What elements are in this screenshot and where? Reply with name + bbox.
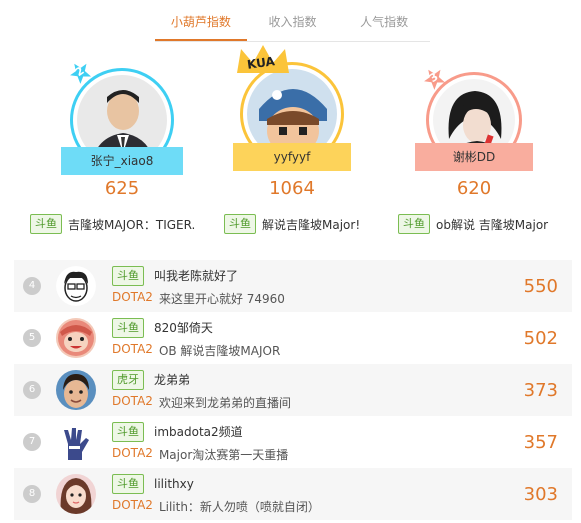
list-item[interactable]: 4 斗鱼 叫我老陈就好了 DOTA2 来这里开心就好 74960 550	[14, 260, 572, 312]
avatar[interactable]	[56, 318, 96, 358]
streamer-name[interactable]: yyfyyf	[274, 150, 311, 164]
list-item-info: 斗鱼 lilithxy DOTA2 Lilith：新人勿喷（喷就自闭）	[112, 473, 524, 515]
platform-badge: 斗鱼	[112, 265, 144, 286]
name-ribbon: yyfyyf	[233, 143, 351, 171]
streamer-name[interactable]: lilithxy	[154, 477, 194, 491]
list-item-info: 斗鱼 820邹倚天 DOTA2 OB 解说吉隆坡MAJOR	[112, 317, 524, 359]
ranking-tabs: 小葫芦指数 收入指数 人气指数	[155, 0, 430, 42]
score: 625	[104, 178, 140, 199]
tab-income-index[interactable]: 收入指数	[247, 0, 339, 41]
stream-title: 欢迎来到龙弟弟的直播间	[158, 395, 291, 410]
name-ribbon: 谢彬DD	[415, 143, 533, 171]
list-item[interactable]: 6 虎牙 龙弟弟 DOTA2 欢迎来到龙弟弟的直播间 373	[14, 364, 572, 416]
streamer-name[interactable]: 820邹倚天	[154, 319, 213, 336]
stream-title[interactable]: ob解说 吉隆坡Major	[436, 216, 548, 233]
streamer-name[interactable]: 龙弟弟	[154, 371, 190, 388]
platform-badge: 斗鱼	[30, 214, 62, 234]
top-three-podium: 2 张宁_xiao8 625 斗鱼 吉隆坡MAJOR：TIGER. KUA yy…	[0, 45, 581, 252]
stream-title: Major淘汰赛第一天重播	[158, 447, 289, 462]
stream-title: 来这里开心就好 74960	[158, 291, 285, 306]
rank-number: 8	[23, 485, 41, 503]
rank-badge-icon: 3	[419, 63, 450, 94]
name-ribbon: 张宁_xiao8	[61, 147, 183, 175]
score: 620	[456, 178, 492, 199]
game-category[interactable]: DOTA2	[112, 394, 153, 411]
podium-rank-1[interactable]: KUA yyfyyf 1064 斗鱼 解说吉隆坡Major!	[212, 45, 372, 234]
rank-number: 6	[23, 381, 41, 399]
tab-xiaohulu-index[interactable]: 小葫芦指数	[155, 0, 247, 41]
rank-badge-icon: 2	[65, 57, 96, 88]
score: 303	[523, 483, 558, 505]
avatar[interactable]: 2 张宁_xiao8	[61, 63, 183, 175]
avatar[interactable]	[56, 370, 96, 410]
stream-description: 斗鱼 解说吉隆坡Major!	[224, 214, 360, 234]
list-item-info: 斗鱼 imbadota2频道 DOTA2 Major淘汰赛第一天重播	[112, 421, 524, 463]
stream-title: Lilith：新人勿喷（喷就自闭）	[158, 499, 320, 514]
avatar[interactable]	[56, 266, 96, 306]
stream-description: 斗鱼 ob解说 吉隆坡Major	[398, 214, 548, 234]
platform-badge: 虎牙	[112, 369, 144, 390]
streamer-name[interactable]: 张宁_xiao8	[91, 154, 154, 168]
platform-badge: 斗鱼	[398, 214, 430, 234]
streamer-name[interactable]: imbadota2频道	[154, 423, 243, 440]
rank-number: 4	[23, 277, 41, 295]
ranking-list: 4 斗鱼 叫我老陈就好了 DOTA2 来这里开心就好 74960 550 5 斗…	[14, 260, 572, 520]
stream-title[interactable]: 吉隆坡MAJOR：TIGER.	[68, 216, 195, 233]
score: 1064	[269, 178, 315, 199]
rank-number: 7	[23, 433, 41, 451]
list-item[interactable]: 7 斗鱼 imbadota2频道 DOTA2 Major淘汰赛第一天重播 357	[14, 416, 572, 468]
game-category[interactable]: DOTA2	[112, 446, 153, 463]
podium-rank-3[interactable]: 3 谢彬DD 620 斗鱼 ob解说 吉隆坡Major	[394, 52, 554, 234]
avatar[interactable]	[56, 474, 96, 514]
score: 373	[523, 379, 558, 401]
score: 502	[523, 327, 558, 349]
game-category[interactable]: DOTA2	[112, 342, 153, 359]
platform-badge: 斗鱼	[224, 214, 256, 234]
list-item-info: 虎牙 龙弟弟 DOTA2 欢迎来到龙弟弟的直播间	[112, 369, 524, 411]
rank-number: 5	[23, 329, 41, 347]
score: 357	[523, 431, 558, 453]
streamer-name[interactable]: 叫我老陈就好了	[154, 267, 238, 284]
crown-icon: KUA	[233, 43, 293, 77]
list-item-info: 斗鱼 叫我老陈就好了 DOTA2 来这里开心就好 74960	[112, 265, 524, 307]
platform-badge: 斗鱼	[112, 421, 144, 442]
stream-description: 斗鱼 吉隆坡MAJOR：TIGER.	[30, 214, 195, 234]
stream-title[interactable]: 解说吉隆坡Major!	[262, 216, 360, 233]
platform-badge: 斗鱼	[112, 317, 144, 338]
stream-title: OB 解说吉隆坡MAJOR	[158, 343, 281, 358]
platform-badge: 斗鱼	[112, 473, 144, 494]
avatar[interactable]: KUA yyfyyf	[233, 45, 351, 171]
list-item[interactable]: 5 斗鱼 820邹倚天 DOTA2 OB 解说吉隆坡MAJOR 502	[14, 312, 572, 364]
game-category[interactable]: DOTA2	[112, 290, 153, 307]
score: 550	[523, 275, 558, 297]
streamer-name[interactable]: 谢彬DD	[453, 150, 495, 164]
podium-rank-2[interactable]: 2 张宁_xiao8 625 斗鱼 吉隆坡MAJOR：TIGER.	[30, 52, 202, 234]
tab-popularity-index[interactable]: 人气指数	[338, 0, 430, 41]
game-category[interactable]: DOTA2	[112, 498, 153, 515]
avatar[interactable]: 3 谢彬DD	[415, 69, 533, 171]
list-item[interactable]: 8 斗鱼 lilithxy DOTA2 Lilith：新人勿喷（喷就自闭） 30…	[14, 468, 572, 520]
avatar[interactable]	[56, 422, 96, 462]
